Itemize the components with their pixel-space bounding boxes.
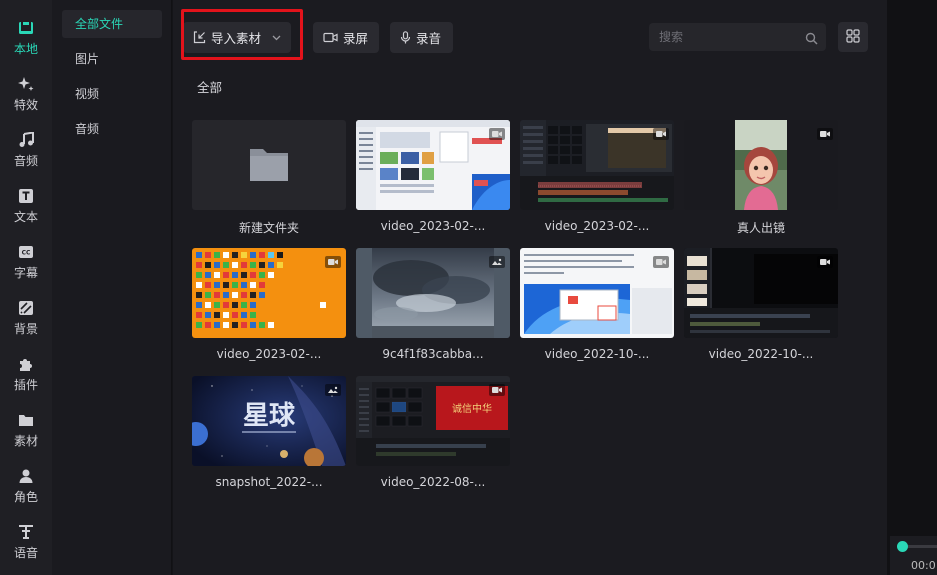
rail-label: 背景 — [13, 321, 38, 336]
svg-text:CC: CC — [22, 249, 31, 256]
media-library-panel: 导入素材 录屏 录音 全部 — [173, 0, 887, 575]
local-folder-icon — [18, 20, 34, 36]
rail-item-background[interactable]: 背景 — [0, 292, 52, 344]
image-thumbnail — [356, 248, 510, 338]
search-icon[interactable] — [805, 30, 818, 49]
rail-label: 字幕 — [13, 265, 38, 280]
grid-view-toggle-button[interactable] — [838, 22, 868, 52]
rail-label: 音频 — [13, 153, 38, 168]
subnav-item-all-files[interactable]: 全部文件 — [62, 10, 162, 38]
media-item-name: 9c4f1f83cabba... — [382, 347, 484, 361]
section-title: 全部 — [197, 80, 223, 95]
video-badge-icon — [817, 125, 833, 140]
video-badge-icon — [325, 253, 341, 268]
category-sidebar: 全部文件 图片 视频 音频 — [52, 0, 172, 575]
rail-label: 本地 — [13, 41, 38, 56]
rail-label: 角色 — [13, 489, 38, 504]
folder-icon — [250, 149, 288, 181]
media-item-image[interactable]: 9c4f1f83cabba... — [356, 248, 510, 361]
rail-item-audio[interactable]: 音频 — [0, 124, 52, 176]
rail-item-character[interactable]: 角色 — [0, 460, 52, 512]
record-audio-button[interactable]: 录音 — [390, 22, 453, 53]
timeline-edge-panel: 00:0 — [887, 0, 937, 575]
red-banner-text: 诚信中华 — [452, 402, 492, 415]
subnav-item-images[interactable]: 图片 — [62, 45, 162, 73]
video-thumbnail — [684, 120, 838, 210]
video-thumbnail — [192, 248, 346, 338]
record-screen-label: 录屏 — [343, 31, 369, 46]
rail-label: 语音 — [13, 545, 38, 560]
media-item-name: 真人出镜 — [736, 221, 785, 235]
highlight-box — [181, 9, 303, 60]
media-item-video[interactable]: video_2023-02-... — [192, 248, 346, 361]
plugin-puzzle-icon — [18, 356, 34, 372]
image-thumbnail: 星球 — [192, 376, 346, 466]
video-badge-icon — [489, 125, 505, 140]
video-thumbnail: 诚信中华 — [356, 376, 510, 466]
folder-thumbnail — [192, 120, 346, 210]
media-item-video[interactable]: video_2023-02-... — [520, 120, 674, 233]
character-person-icon — [18, 468, 34, 484]
search-box — [649, 23, 826, 51]
camera-icon — [323, 32, 338, 43]
zoom-slider-handle[interactable] — [897, 541, 908, 552]
microphone-icon — [400, 31, 411, 44]
left-icon-rail: 本地 特效 音频 文本 CC 字幕 背景 插件 素材 角色 语音 — [0, 0, 52, 575]
media-item-video[interactable]: video_2022-10-... — [520, 248, 674, 361]
video-badge-icon — [489, 381, 505, 396]
media-item-name: snapshot_2022-... — [215, 475, 323, 489]
rail-item-local[interactable]: 本地 — [0, 12, 52, 64]
music-note-icon — [18, 131, 34, 148]
video-badge-icon — [653, 253, 669, 268]
subnav-item-audio[interactable]: 音频 — [62, 115, 162, 143]
media-item-name: video_2023-02-... — [380, 219, 486, 233]
media-item-name: video_2022-08-... — [380, 475, 486, 489]
media-item-folder[interactable]: 新建文件夹 — [192, 120, 346, 236]
video-thumbnail — [356, 120, 510, 210]
video-thumbnail — [684, 248, 838, 338]
rail-item-voice[interactable]: 语音 — [0, 516, 52, 568]
media-item-image[interactable]: 星球 snapshot_2022-... — [192, 376, 346, 489]
rail-label: 特效 — [13, 97, 38, 112]
rail-item-plugin[interactable]: 插件 — [0, 348, 52, 400]
text-t-icon — [18, 188, 34, 204]
subtitle-cc-icon: CC — [18, 244, 34, 260]
media-item-name: video_2023-02-... — [544, 219, 650, 233]
media-item-video[interactable]: 真人出镜 — [684, 120, 838, 236]
video-badge-icon — [817, 253, 833, 268]
record-screen-button[interactable]: 录屏 — [313, 22, 379, 53]
media-item-video[interactable]: video_2022-10-... — [684, 248, 838, 361]
rail-item-material[interactable]: 素材 — [0, 404, 52, 456]
video-badge-icon — [653, 125, 669, 140]
background-pattern-icon — [18, 300, 34, 316]
subnav-item-videos[interactable]: 视频 — [62, 80, 162, 108]
video-thumbnail — [520, 248, 674, 338]
zoom-slider-track[interactable] — [908, 545, 937, 548]
voice-tts-icon — [18, 524, 34, 540]
rail-item-subtitle[interactable]: CC 字幕 — [0, 236, 52, 288]
media-item-name: video_2022-10-... — [708, 347, 814, 361]
media-item-video[interactable]: 诚信中华 video_2022-08-... — [356, 376, 510, 489]
rail-item-effects[interactable]: 特效 — [0, 68, 52, 120]
image-badge-icon — [325, 381, 341, 396]
image-badge-icon — [489, 253, 505, 268]
media-item-name: video_2023-02-... — [216, 347, 322, 361]
record-audio-label: 录音 — [416, 31, 442, 46]
video-thumbnail — [520, 120, 674, 210]
media-item-video[interactable]: video_2023-02-... — [356, 120, 510, 233]
media-item-name: video_2022-10-... — [544, 347, 650, 361]
search-input[interactable] — [649, 23, 799, 51]
timecode: 00:0 — [911, 559, 936, 572]
effects-sparkle-icon — [18, 76, 34, 92]
media-item-name: 新建文件夹 — [238, 221, 299, 235]
rail-item-text[interactable]: 文本 — [0, 180, 52, 232]
rail-label: 文本 — [13, 209, 38, 224]
planet-title-text: 星球 — [243, 401, 296, 431]
rail-label: 素材 — [13, 433, 38, 448]
rail-label: 插件 — [13, 377, 38, 392]
grid-view-icon — [846, 28, 860, 47]
material-folder-icon — [18, 412, 34, 428]
